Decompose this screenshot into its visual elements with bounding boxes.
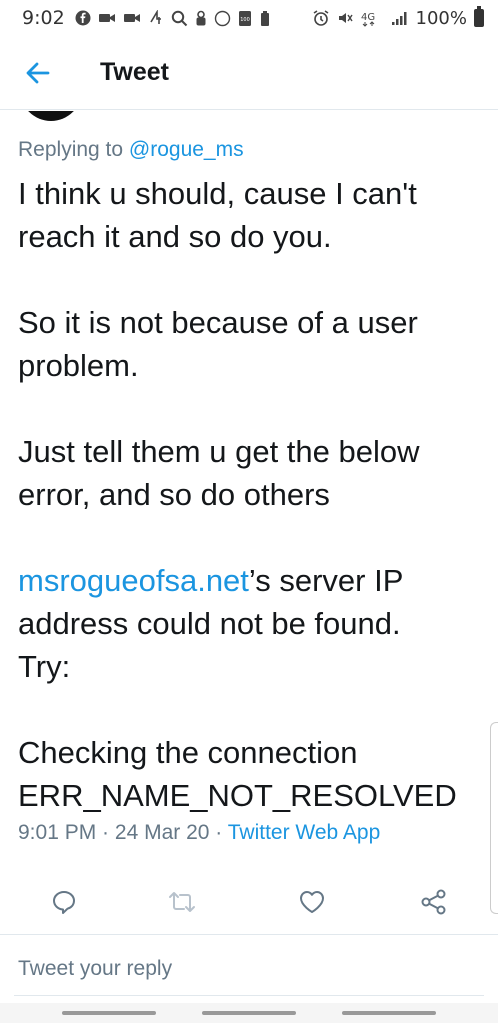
tweet-paragraph: Try: xyxy=(18,649,71,684)
tweet-paragraph: Just tell them u get the below error, an… xyxy=(18,434,420,512)
battery-status-icon xyxy=(260,10,269,26)
alarm-icon xyxy=(313,10,328,26)
tweet-paragraph: msrogueofsa.net’s server IP address coul… xyxy=(18,559,484,645)
facebook-icon xyxy=(75,10,91,26)
meta-separator: · xyxy=(209,821,228,844)
share-button[interactable] xyxy=(414,882,454,922)
video-icon xyxy=(98,14,115,22)
mute-icon xyxy=(338,13,353,23)
retweet-button[interactable] xyxy=(162,882,202,922)
reply-input[interactable]: Tweet your reply xyxy=(18,957,172,981)
search-icon xyxy=(171,10,187,26)
battery-icon xyxy=(474,6,484,27)
mention-link[interactable]: @rogue_ms xyxy=(129,138,244,161)
heart-icon xyxy=(300,891,324,913)
lock-icon xyxy=(196,10,206,25)
battery-saver-icon: 100 xyxy=(238,10,251,26)
status-system-icons: 4G 100% xyxy=(312,6,484,29)
tweet-link[interactable]: msrogueofsa.net xyxy=(18,563,249,598)
lte-icon: 4G xyxy=(361,12,375,27)
tweet-time: 9:01 PM xyxy=(18,821,97,844)
tweet-actions xyxy=(0,876,498,926)
replying-to: Replying to @rogue_ms xyxy=(18,138,244,162)
video-icon xyxy=(123,14,140,22)
tweet-paragraph: ERR_NAME_NOT_RESOLVED xyxy=(18,778,457,813)
tweet-paragraph: I think u should, cause I can't reach it… xyxy=(18,176,417,254)
status-time: 9:02 xyxy=(22,7,65,29)
weather-icon xyxy=(149,10,161,24)
reply-button[interactable] xyxy=(44,882,84,922)
meta-separator: · xyxy=(96,821,115,844)
back-button[interactable] xyxy=(0,36,76,110)
reply-icon xyxy=(53,891,75,914)
retweet-icon xyxy=(169,892,195,912)
status-bar: 9:02 100 4G 100% xyxy=(0,0,498,36)
battery-percent: 100% xyxy=(415,7,467,29)
signal-icon xyxy=(391,12,407,25)
reply-input-underline xyxy=(14,995,484,996)
avatar[interactable] xyxy=(20,111,82,121)
nav-recents-handle[interactable] xyxy=(342,1011,436,1015)
tweet-paragraph: So it is not because of a user problem. xyxy=(18,305,418,383)
arrow-left-icon xyxy=(26,62,50,83)
tweet-text: I think u should, cause I can't reach it… xyxy=(18,172,484,817)
page-title: Tweet xyxy=(100,58,169,86)
circle-icon xyxy=(214,10,230,26)
scrollbar-thumb[interactable] xyxy=(490,722,498,914)
tweet-metadata: 9:01 PM · 24 Mar 20 · Twitter Web App xyxy=(18,821,380,845)
tweet-source-app[interactable]: Twitter Web App xyxy=(228,821,381,844)
tweet-date: 24 Mar 20 xyxy=(114,821,210,844)
top-app-bar: Tweet xyxy=(0,36,498,110)
tweet-paragraph: Checking the connection xyxy=(18,735,358,770)
like-button[interactable] xyxy=(292,882,332,922)
status-notification-icons: 100 xyxy=(75,10,271,27)
navigation-bar xyxy=(0,1003,498,1023)
nav-back-handle[interactable] xyxy=(62,1011,156,1015)
share-icon xyxy=(421,889,446,915)
svg-text:100: 100 xyxy=(240,17,250,23)
svg-text:4G: 4G xyxy=(361,12,375,23)
nav-home-handle[interactable] xyxy=(202,1011,296,1015)
divider xyxy=(0,934,498,935)
replying-prefix: Replying to xyxy=(18,138,129,161)
